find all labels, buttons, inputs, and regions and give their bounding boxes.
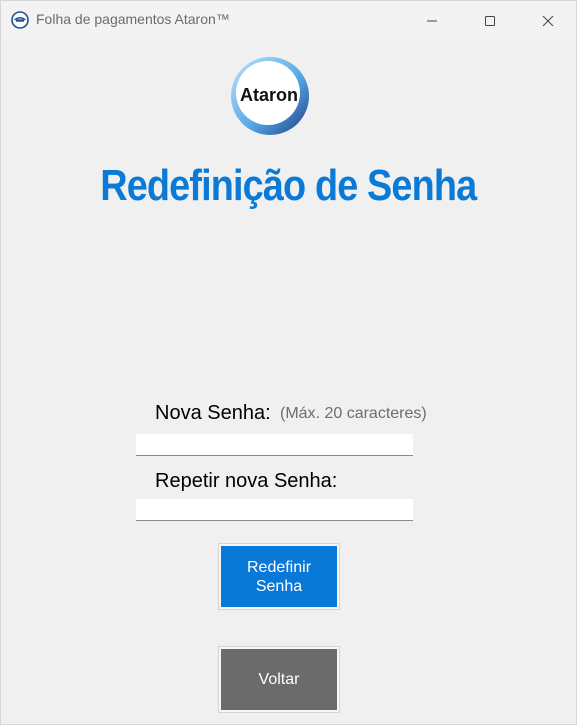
back-button[interactable]: Voltar xyxy=(218,646,340,713)
close-button[interactable] xyxy=(519,1,577,40)
window-title: Folha de pagamentos Ataron™ xyxy=(36,11,230,27)
new-password-label: Nova Senha: xyxy=(155,402,271,424)
maximize-button[interactable] xyxy=(461,1,519,40)
close-icon xyxy=(542,15,554,26)
back-button-label: Voltar xyxy=(258,671,300,688)
logo-text: Ataron xyxy=(240,85,298,105)
new-password-hint: (Máx. 20 caracteres) xyxy=(280,405,427,422)
ataron-logo: Ataron xyxy=(229,55,311,137)
maximize-icon xyxy=(485,15,495,26)
reset-password-button[interactable]: Redefinir Senha xyxy=(218,543,340,610)
reset-button-label-line1: Redefinir xyxy=(246,558,312,576)
minimize-button[interactable] xyxy=(403,1,461,40)
app-window: Folha de pagamentos Ataron™ Ataron Redef… xyxy=(0,0,577,725)
repeat-password-input[interactable] xyxy=(136,499,413,521)
app-icon xyxy=(11,11,29,29)
repeat-password-label: Repetir nova Senha: xyxy=(155,470,338,492)
reset-button-label-line2: Senha xyxy=(255,577,303,595)
title-bar[interactable]: Folha de pagamentos Ataron™ xyxy=(1,1,576,40)
minimize-icon xyxy=(427,20,437,21)
page-title: Redefinição de Senha xyxy=(100,161,477,210)
new-password-input[interactable] xyxy=(136,434,413,456)
